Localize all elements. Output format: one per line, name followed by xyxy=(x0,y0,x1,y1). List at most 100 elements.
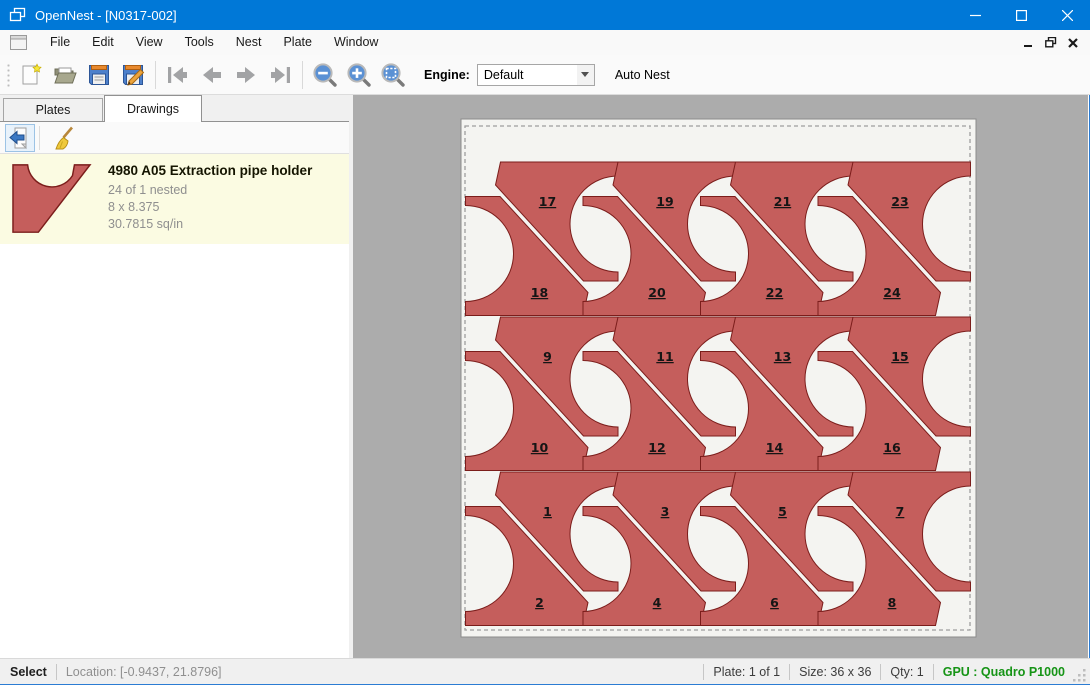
mdi-restore-icon xyxy=(1045,37,1057,48)
zoom-out-button[interactable] xyxy=(308,59,342,91)
status-gpu: GPU : Quadro P1000 xyxy=(943,665,1065,679)
part-thumbnail xyxy=(12,163,92,235)
last-plate-button[interactable] xyxy=(263,59,297,91)
part-label-16: 16 xyxy=(883,440,901,455)
zoom-extents-icon xyxy=(380,62,406,88)
combo-dropdown-button[interactable] xyxy=(577,65,594,85)
menu-bar: File Edit View Tools Nest Plate Window xyxy=(0,30,1090,55)
mdi-minimize-icon xyxy=(1024,38,1034,48)
nesting-canvas[interactable]: 171819202122232491011121314151612345678 xyxy=(353,95,1088,658)
drawing-list-item[interactable]: 4980 A05 Extraction pipe holder 24 of 1 … xyxy=(0,154,349,244)
mdi-minimize-button[interactable] xyxy=(1018,32,1040,54)
zoom-in-button[interactable] xyxy=(342,59,376,91)
previous-plate-button[interactable] xyxy=(195,59,229,91)
engine-label: Engine: xyxy=(424,68,470,82)
save-floppy-icon xyxy=(86,62,112,88)
go-next-icon xyxy=(233,62,259,88)
drawings-toolbar xyxy=(0,122,349,154)
status-mode: Select xyxy=(10,665,47,679)
minimize-button[interactable] xyxy=(952,0,998,30)
zoom-in-icon xyxy=(346,62,372,88)
main-toolbar: Engine: Default Auto Nest xyxy=(0,55,1090,95)
save-button[interactable] xyxy=(82,59,116,91)
part-label-9: 9 xyxy=(543,349,552,364)
part-label-12: 12 xyxy=(648,440,665,455)
status-location: Location: [-0.9437, 21.8796] xyxy=(66,665,222,679)
part-label-11: 11 xyxy=(656,349,673,364)
new-document-icon xyxy=(18,62,44,88)
first-plate-button[interactable] xyxy=(161,59,195,91)
save-edit-icon xyxy=(120,62,146,88)
save-as-button[interactable] xyxy=(116,59,150,91)
part-label-19: 19 xyxy=(656,194,673,209)
menu-tools[interactable]: Tools xyxy=(174,30,225,55)
part-label-4: 4 xyxy=(653,595,662,610)
resize-grip[interactable] xyxy=(1073,669,1087,683)
part-label-17: 17 xyxy=(539,194,556,209)
status-separator xyxy=(933,664,934,680)
menu-file[interactable]: File xyxy=(39,30,81,55)
new-document-button[interactable] xyxy=(14,59,48,91)
toolbar-separator xyxy=(155,61,156,89)
menu-window[interactable]: Window xyxy=(323,30,389,55)
auto-nest-button[interactable]: Auto Nest xyxy=(609,64,676,86)
tab-drawings[interactable]: Drawings xyxy=(104,95,202,122)
part-label-6: 6 xyxy=(770,595,779,610)
part-label-23: 23 xyxy=(891,194,908,209)
go-previous-icon xyxy=(199,62,225,88)
zoom-extents-button[interactable] xyxy=(376,59,410,91)
close-icon xyxy=(1062,10,1073,21)
close-button[interactable] xyxy=(1044,0,1090,30)
part-label-14: 14 xyxy=(766,440,784,455)
open-button[interactable] xyxy=(48,59,82,91)
drawings-panel: 4980 A05 Extraction pipe holder 24 of 1 … xyxy=(0,121,349,658)
engine-combobox[interactable]: Default xyxy=(477,64,595,86)
part-label-21: 21 xyxy=(774,194,791,209)
next-plate-button[interactable] xyxy=(229,59,263,91)
part-label-15: 15 xyxy=(891,349,908,364)
clear-drawings-button[interactable] xyxy=(49,124,79,152)
part-label-20: 20 xyxy=(648,285,666,300)
go-first-icon xyxy=(165,62,191,88)
zoom-out-icon xyxy=(312,62,338,88)
part-label-7: 7 xyxy=(896,504,905,519)
part-label-2: 2 xyxy=(535,595,544,610)
part-label-18: 18 xyxy=(531,285,548,300)
app-icon xyxy=(9,7,27,23)
part-label-10: 10 xyxy=(531,440,549,455)
chevron-down-icon xyxy=(581,72,589,77)
tab-plates[interactable]: Plates xyxy=(3,98,103,121)
drawing-title: 4980 A05 Extraction pipe holder xyxy=(108,163,312,178)
part-label-1: 1 xyxy=(543,504,552,519)
mdi-document-icon[interactable] xyxy=(10,35,27,50)
menu-edit[interactable]: Edit xyxy=(81,30,125,55)
window-title: OpenNest - [N0317-002] xyxy=(35,8,177,23)
mdi-close-button[interactable] xyxy=(1062,32,1084,54)
broom-icon xyxy=(52,126,76,150)
toolbar-separator xyxy=(302,61,303,89)
status-separator xyxy=(703,664,704,680)
go-last-icon xyxy=(267,62,293,88)
status-separator xyxy=(56,664,57,680)
open-folder-icon xyxy=(52,62,78,88)
mdi-close-icon xyxy=(1068,38,1078,48)
minimize-icon xyxy=(970,10,981,21)
menu-nest[interactable]: Nest xyxy=(225,30,273,55)
mdi-restore-button[interactable] xyxy=(1040,32,1062,54)
maximize-button[interactable] xyxy=(998,0,1044,30)
return-drawing-button[interactable] xyxy=(5,124,35,152)
part-label-13: 13 xyxy=(774,349,791,364)
maximize-icon xyxy=(1016,10,1027,21)
drawing-dimensions: 8 x 8.375 xyxy=(108,199,312,216)
sidebar: Plates Drawings xyxy=(0,95,349,658)
part-label-24: 24 xyxy=(883,285,901,300)
main-body: Plates Drawings xyxy=(0,95,1090,658)
menu-view[interactable]: View xyxy=(125,30,174,55)
toolbar-grip[interactable] xyxy=(5,62,10,88)
app-window: OpenNest - [N0317-002] File Edit View To… xyxy=(0,0,1090,685)
part-label-3: 3 xyxy=(661,504,670,519)
drawing-list-empty-space xyxy=(0,244,349,658)
menu-plate[interactable]: Plate xyxy=(272,30,323,55)
drawing-nested-count: 24 of 1 nested xyxy=(108,182,312,199)
toolbar-separator xyxy=(39,126,40,150)
